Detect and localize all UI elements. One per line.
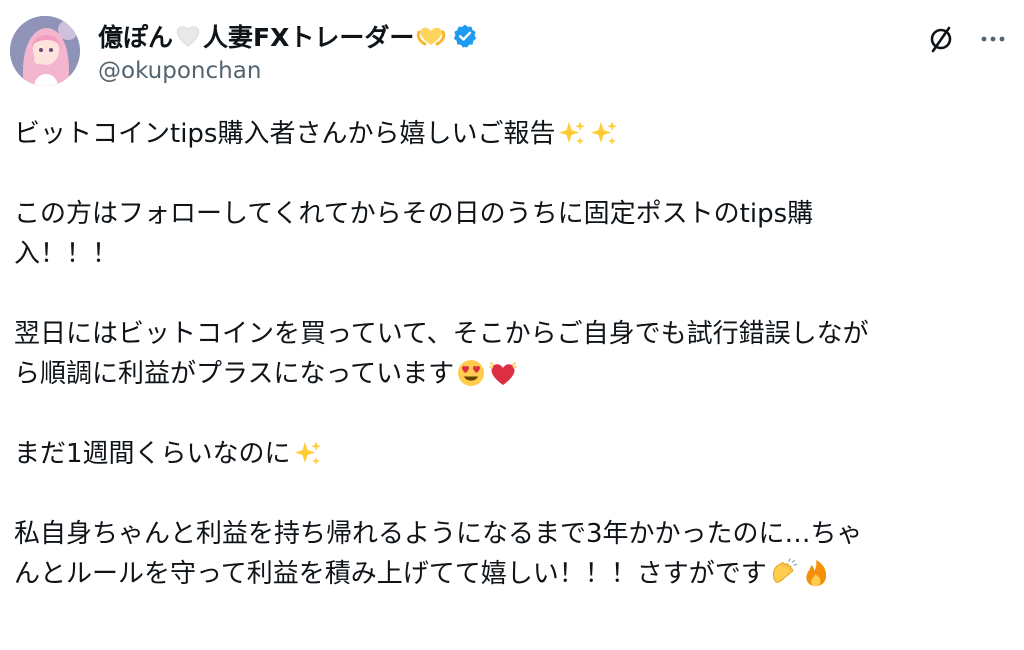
heart-eyes-emoji — [458, 360, 485, 386]
post-paragraph-4: まだ1週間くらいなのに — [14, 434, 1014, 474]
post-line: 私自身ちゃんと利益を持ち帰れるようになるまで3年かかったのに…ちゃ — [14, 519, 863, 549]
display-name-row[interactable]: 億ぽん 人妻FXトレーダー — [98, 20, 478, 52]
post-line: 入！！！ — [14, 239, 119, 269]
white-heart-icon — [176, 26, 200, 47]
post-line-text: まだ1週間くらいなのに — [14, 439, 291, 469]
post-line: 翌日にはビットコインを買っていて、そこからご自身でも試行錯誤しなが — [14, 319, 869, 349]
more-options-icon[interactable] — [978, 24, 1008, 54]
post-line: この方はフォローしてくれてからその日のうちに固定ポストのtips購 — [14, 199, 814, 229]
post-line-text: ビットコインtips購入者さんから嬉しいご報告 — [14, 119, 556, 149]
post-paragraph-5: 私自身ちゃんと利益を持ち帰れるようになるまで3年かかったのに…ちゃ んとルールを… — [14, 514, 1014, 594]
avatar-illustration — [10, 16, 80, 86]
post-text: ビットコインtips購入者さんから嬉しいご報告 この方はフォローしてくれてからそ… — [14, 114, 1014, 594]
author-names: 億ぽん 人妻FXトレーダー @okuponchan — [98, 20, 478, 84]
post-line-text: んとルールを守って利益を積み上げてて嬉しい！！！さすがです — [14, 559, 767, 589]
post-paragraph-1: ビットコインtips購入者さんから嬉しいご報告 — [14, 114, 1014, 154]
post-line: まだ1週間くらいなのに — [14, 434, 1014, 474]
post-line: ら順調に利益がプラスになっています — [14, 354, 1014, 394]
beating-heart-emoji — [489, 362, 517, 385]
display-name-part1[interactable]: 億ぽん — [98, 18, 173, 54]
sparkles-icon — [294, 441, 321, 465]
heart-hands-icon — [417, 27, 446, 46]
post-line-text: ら順調に利益がプラスになっています — [14, 359, 455, 389]
post-header: 億ぽん 人妻FXトレーダー @okuponchan — [10, 10, 1014, 90]
fire-emoji — [806, 560, 826, 586]
sparkles-icon — [559, 121, 586, 145]
header-actions — [926, 24, 1008, 54]
display-name-part2[interactable]: 人妻FXトレーダー — [203, 18, 414, 54]
clapping-hands-emoji — [772, 558, 797, 583]
author-handle[interactable]: @okuponchan — [98, 58, 478, 84]
post-paragraph-3: 翌日にはビットコインを買っていて、そこからご自身でも試行錯誤しなが ら順調に利益… — [14, 314, 1014, 394]
sparkles-icon — [591, 121, 618, 145]
post-paragraph-2: この方はフォローしてくれてからその日のうちに固定ポストのtips購 入！！！ — [14, 194, 1014, 274]
grok-icon[interactable] — [926, 24, 956, 54]
verified-badge-icon — [454, 24, 477, 48]
avatar[interactable] — [10, 16, 80, 86]
post-line: んとルールを守って利益を積み上げてて嬉しい！！！さすがです — [14, 554, 1014, 594]
post-line: ビットコインtips購入者さんから嬉しいご報告 — [14, 114, 1014, 154]
